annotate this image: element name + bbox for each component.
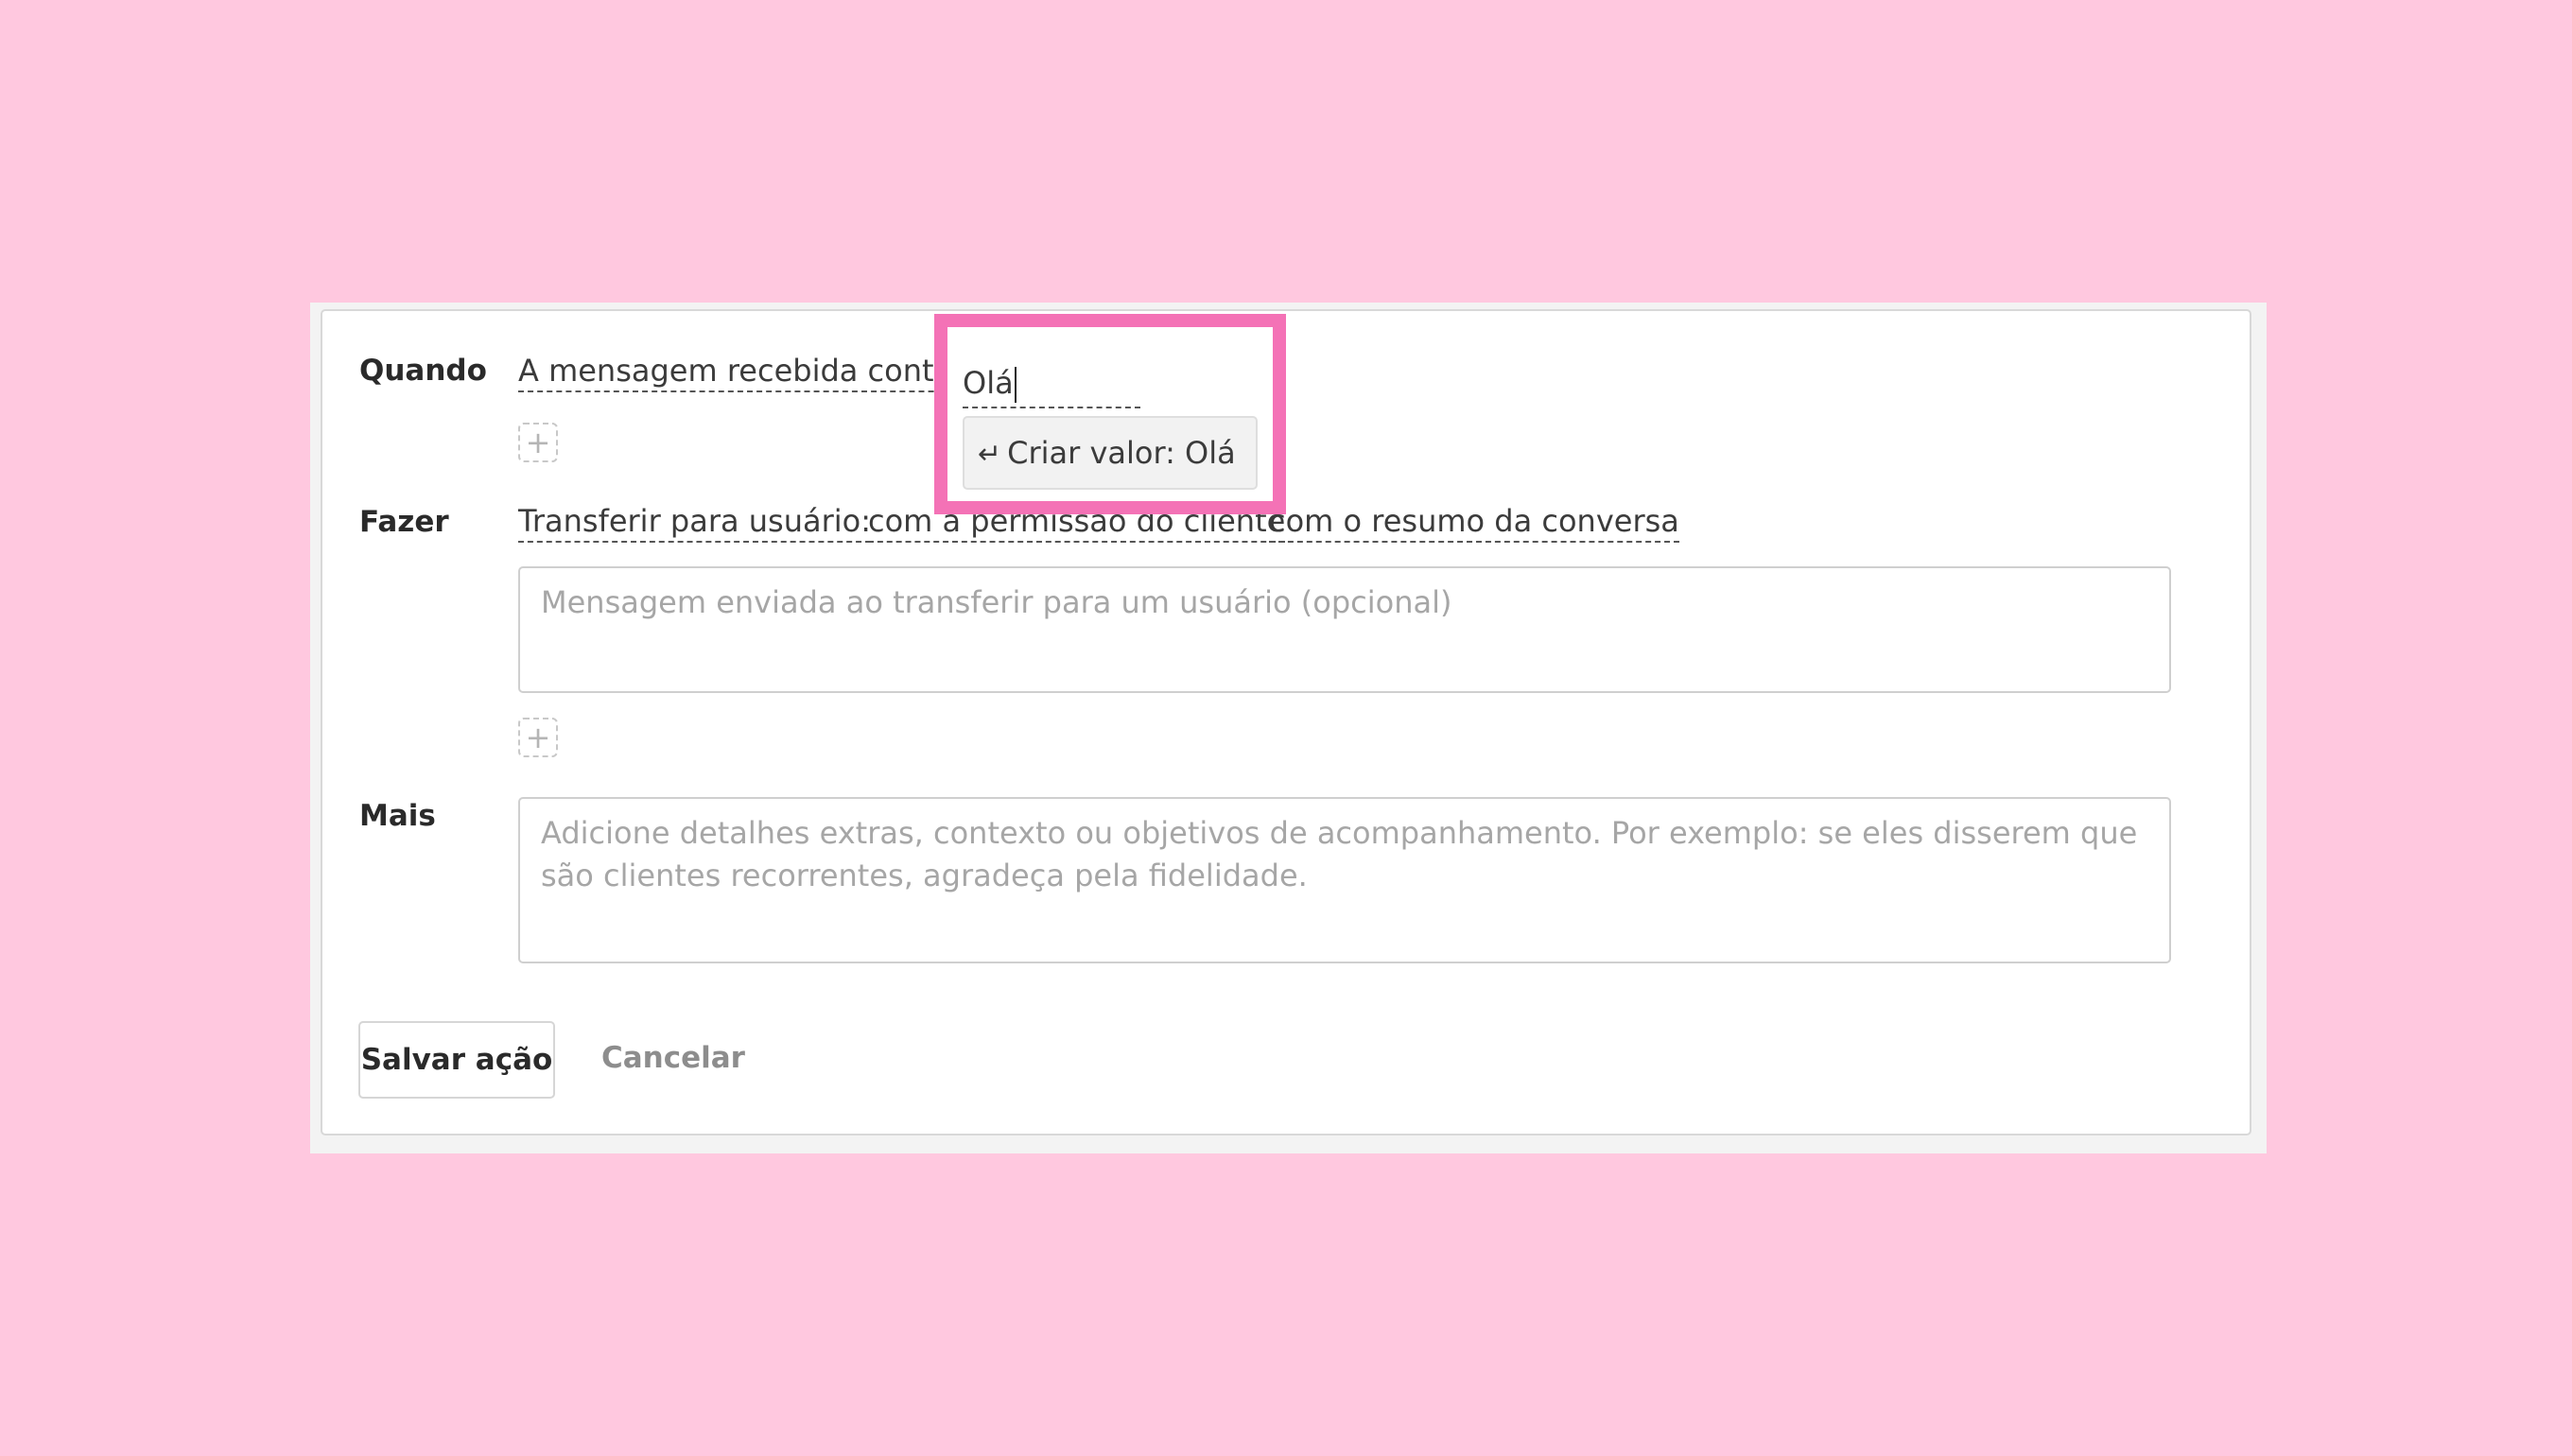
transfer-message-placeholder: Mensagem enviada ao transferir para um u… xyxy=(541,584,1452,620)
more-details-placeholder: Adicione detalhes extras, contexto ou ob… xyxy=(541,815,2138,893)
transfer-message-textarea[interactable]: Mensagem enviada ao transferir para um u… xyxy=(518,566,2171,693)
enter-arrow-icon: ↵ xyxy=(978,438,1002,471)
plus-icon: + xyxy=(525,719,551,755)
action-editor-card: Quando A mensagem recebida contém + Faze… xyxy=(321,309,2251,1135)
plus-icon: + xyxy=(525,425,551,460)
condition-selector[interactable]: A mensagem recebida contém xyxy=(518,353,982,392)
cancel-button[interactable]: Cancelar xyxy=(601,1041,745,1075)
save-action-button[interactable]: Salvar ação xyxy=(358,1021,555,1099)
action-editor-panel: Quando A mensagem recebida contém + Faze… xyxy=(310,303,2267,1153)
create-value-option[interactable]: ↵ Criar valor: Olá xyxy=(963,416,1258,490)
more-label: Mais xyxy=(359,799,436,833)
add-action-button[interactable]: + xyxy=(518,718,558,757)
value-dropdown-highlight: Olá ↵ Criar valor: Olá xyxy=(934,314,1286,514)
summary-option[interactable]: com o resumo da conversa xyxy=(1269,503,1679,543)
do-label: Fazer xyxy=(359,505,449,539)
value-input[interactable]: Olá xyxy=(963,365,1140,408)
more-details-textarea[interactable]: Adicione detalhes extras, contexto ou ob… xyxy=(518,797,2171,963)
add-condition-button[interactable]: + xyxy=(518,423,558,462)
create-value-label: Criar valor: Olá xyxy=(1007,435,1236,471)
value-input-text: Olá xyxy=(963,365,1014,401)
text-caret xyxy=(1014,367,1017,403)
when-label: Quando xyxy=(359,354,487,388)
action-selector[interactable]: Transferir para usuário: xyxy=(518,503,871,543)
